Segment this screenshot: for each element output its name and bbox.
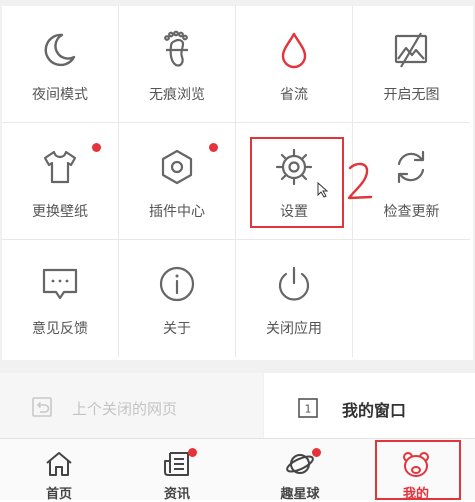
night-mode-item[interactable]: 夜间模式 — [2, 6, 119, 123]
empty-cell — [353, 240, 470, 357]
tab-planet-badge — [312, 448, 321, 457]
data-saver-label: 省流 — [280, 87, 308, 103]
home-icon — [44, 449, 74, 479]
my-window-button[interactable]: 1 我的窗口 — [264, 373, 475, 438]
tab-news-label: 资讯 — [163, 487, 190, 502]
hexagon-nut-icon — [157, 147, 197, 187]
tab-planet[interactable]: 趣星球 — [241, 439, 359, 502]
wallpaper-item[interactable]: 更换壁纸 — [2, 123, 119, 240]
tab-news[interactable]: 资讯 — [118, 439, 236, 502]
no-image-mode-item[interactable]: 开启无图 — [353, 6, 470, 123]
tshirt-icon — [40, 147, 80, 187]
planet-icon — [285, 449, 315, 479]
tab-planet-label: 趣星球 — [280, 487, 320, 502]
annotation-number — [346, 160, 374, 206]
plugin-center-label: 插件中心 — [149, 204, 205, 220]
info-icon — [157, 264, 197, 304]
last-closed-page-label: 上个关闭的网页 — [72, 400, 178, 418]
tab-home[interactable]: 首页 — [0, 439, 118, 502]
undo-icon — [32, 397, 52, 417]
power-icon — [274, 264, 314, 304]
feedback-label: 意见反馈 — [32, 321, 88, 337]
wallpaper-label: 更换壁纸 — [32, 204, 88, 220]
night-mode-label: 夜间模式 — [32, 87, 88, 103]
mine-tab-highlight-box — [375, 440, 461, 500]
wallpaper-badge — [92, 143, 101, 152]
my-window-label: 我的窗口 — [342, 401, 407, 420]
tab-news-badge — [188, 448, 197, 457]
no-image-icon — [391, 30, 431, 70]
tools-grid: 夜间模式 无痕浏览 省流 开启无图 更换壁纸 插件中心 设置 检查更新 意见反馈… — [2, 6, 473, 360]
last-closed-page-button[interactable]: 上个关闭的网页 — [0, 373, 263, 438]
feedback-item[interactable]: 意见反馈 — [2, 240, 119, 357]
plugin-center-item[interactable]: 插件中心 — [119, 123, 236, 240]
plugin-center-badge — [209, 143, 218, 152]
drop-icon — [274, 30, 314, 70]
close-app-label: 关闭应用 — [266, 321, 322, 337]
mouse-cursor-icon — [316, 181, 330, 198]
footprint-icon — [157, 30, 197, 70]
incognito-label: 无痕浏览 — [149, 87, 205, 103]
close-app-item[interactable]: 关闭应用 — [236, 240, 353, 357]
about-item[interactable]: 关于 — [119, 240, 236, 357]
moon-icon — [40, 30, 80, 70]
data-saver-item[interactable]: 省流 — [236, 6, 353, 123]
chat-bubble-icon — [40, 264, 80, 304]
about-label: 关于 — [163, 321, 191, 337]
recent-strip: 上个关闭的网页 1 我的窗口 — [0, 373, 475, 438]
refresh-icon — [391, 147, 431, 187]
tab-home-label: 首页 — [45, 487, 72, 502]
no-image-mode-label: 开启无图 — [383, 87, 440, 103]
incognito-item[interactable]: 无痕浏览 — [119, 6, 236, 123]
window-count-icon: 1 — [298, 398, 318, 418]
browser-menu-screen: 夜间模式 无痕浏览 省流 开启无图 更换壁纸 插件中心 设置 检查更新 意见反馈… — [0, 0, 475, 502]
window-count: 1 — [305, 403, 312, 416]
